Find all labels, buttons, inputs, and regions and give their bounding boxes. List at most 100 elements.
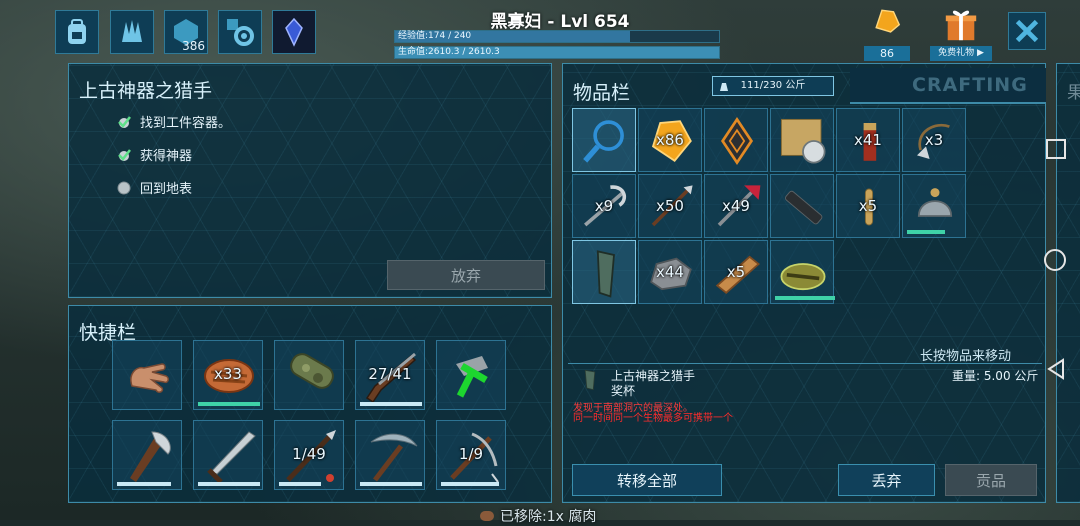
hotbar-slot-quantity: x33 — [214, 365, 242, 383]
home-icon[interactable] — [1043, 248, 1067, 272]
item-detail-divider — [568, 363, 1042, 364]
inventory-slot-quantity: x5 — [726, 263, 746, 281]
inventory-slot[interactable] — [902, 174, 966, 238]
durability-bar — [198, 482, 260, 486]
hotbar-slot[interactable] — [355, 420, 425, 490]
free-gift-button[interactable]: 免费礼物 ▶ — [930, 6, 992, 61]
free-gift-label: 免费礼物 ▶ — [930, 46, 992, 61]
quest-objective: 找到工件容器。 — [116, 112, 231, 131]
inventory-slot-quantity: x86 — [656, 131, 684, 149]
weight-text: 111/230 公斤 — [740, 80, 806, 91]
inventory-slot-quantity: x44 — [656, 263, 684, 281]
artifact-icon — [596, 250, 615, 298]
inventory-slot[interactable] — [770, 240, 835, 304]
drop-button[interactable]: 丢弃 — [838, 464, 935, 496]
player-name-level: 黑寡妇 - Lvl 654 — [490, 12, 630, 32]
inventory-slot[interactable]: x44 — [638, 240, 702, 304]
inventory-slot-quantity: x9 — [594, 197, 614, 215]
tribe-button[interactable] — [110, 10, 154, 54]
magnifier-icon — [583, 120, 624, 163]
checkmark-icon — [118, 148, 131, 161]
inventory-title: 物品栏 — [573, 82, 631, 104]
inventory-slot[interactable]: x49 — [704, 174, 768, 238]
inventory-backpack-button[interactable] — [55, 10, 99, 54]
engrams-button[interactable]: 386 — [164, 10, 208, 54]
inventory-slot-quantity: x5 — [858, 197, 878, 215]
inventory-slot[interactable] — [770, 108, 834, 172]
hotbar-slot[interactable] — [274, 340, 344, 410]
selected-item-warning: 同一时间同一个生物最多可携带一个 — [573, 413, 733, 424]
hotbar-slot[interactable]: x33 — [193, 340, 263, 410]
map-compass-icon — [780, 118, 826, 164]
weight-indicator: 111/230 公斤 — [712, 76, 834, 96]
artifact-button[interactable] — [272, 10, 316, 54]
inventory-slot[interactable]: x5 — [704, 240, 768, 304]
hammer-icon — [456, 356, 488, 398]
durability-bar — [441, 482, 499, 486]
quest-objective: 获得神器 — [116, 145, 192, 164]
amber-icon — [875, 9, 901, 33]
amber-store-button[interactable]: 86 — [862, 6, 912, 61]
transfer-all-button[interactable]: 转移全部 — [572, 464, 722, 496]
move-hint: 长按物品来移动 — [920, 349, 1012, 364]
hotbar-slot-quantity: 1/9 — [458, 445, 484, 463]
inventory-slot-quantity: x3 — [924, 131, 944, 149]
hotbar-slot[interactable] — [112, 420, 182, 490]
claw-icon — [122, 20, 142, 42]
recent-apps-icon[interactable] — [1045, 138, 1067, 160]
inventory-slot[interactable] — [770, 174, 834, 238]
durability-bar — [279, 482, 321, 486]
camo-cloth-icon — [290, 353, 334, 389]
hotbar-slot[interactable] — [112, 340, 182, 410]
back-icon[interactable] — [1045, 358, 1067, 380]
hotbar-slot[interactable] — [193, 420, 263, 490]
tab-crafting[interactable]: CRAFTING — [850, 68, 1046, 104]
abandon-quest-button[interactable]: 放弃 — [387, 260, 545, 290]
free-gift-text: 免费礼物 — [938, 48, 975, 58]
selected-item-weight: 重量: 5.00 公斤 — [952, 369, 1039, 383]
hand-icon — [130, 363, 169, 393]
selected-item-type: 奖杯 — [611, 384, 636, 398]
checkmark-icon — [118, 115, 131, 128]
gift-box-icon — [945, 10, 977, 41]
hotbar-slot-quantity: 1/49 — [292, 445, 326, 463]
close-button[interactable] — [1008, 12, 1046, 50]
durability-bar — [117, 482, 171, 486]
durability-bar — [198, 402, 260, 406]
hotbar-slot-quantity: 27/41 — [368, 365, 412, 383]
inventory-slot[interactable] — [572, 108, 636, 172]
tab-crafting-label: CRAFTING — [912, 74, 1028, 96]
sword-icon — [207, 431, 256, 484]
implant-icon — [720, 116, 754, 166]
backpack-icon — [68, 19, 86, 44]
inventory-slot[interactable]: x41 — [836, 108, 900, 172]
settings-button[interactable] — [218, 10, 262, 54]
inventory-slot[interactable]: x3 — [902, 108, 966, 172]
inventory-slot[interactable] — [704, 108, 768, 172]
axe-icon — [130, 431, 171, 482]
inventory-slot-quantity: x50 — [656, 197, 684, 215]
pending-circle-icon — [117, 181, 131, 194]
inventory-slot-quantity: x49 — [722, 197, 750, 215]
durability-bar — [907, 230, 945, 234]
quest-objective-label: 找到工件容器。 — [140, 116, 232, 131]
next-panel-title: 果 — [1067, 83, 1080, 103]
inventory-slot[interactable]: x5 — [836, 174, 900, 238]
inventory-slot[interactable]: x86 — [638, 108, 702, 172]
removed-item-notice: 已移除:1x 腐肉 — [480, 506, 596, 526]
gear-icon — [227, 19, 254, 46]
hotbar-slot[interactable] — [436, 340, 506, 410]
inventory-slot[interactable]: x9 — [572, 174, 636, 238]
helmet-icon — [917, 188, 953, 217]
inventory-slot[interactable] — [572, 240, 636, 304]
hotbar-slot[interactable]: 1/9 — [436, 420, 506, 490]
inventory-slot-quantity: x41 — [854, 131, 882, 149]
inventory-slot[interactable]: x50 — [638, 174, 702, 238]
hp-bar: 生命值:2610.3 / 2610.3 — [394, 46, 720, 59]
amber-count: 86 — [864, 46, 910, 61]
hotbar-slot[interactable]: 27/41 — [355, 340, 425, 410]
quest-objective-label: 获得神器 — [140, 149, 193, 164]
tribute-button[interactable]: 贡品 — [945, 464, 1037, 496]
durability-bar — [360, 402, 422, 406]
hotbar-slot[interactable]: 1/49 — [274, 420, 344, 490]
